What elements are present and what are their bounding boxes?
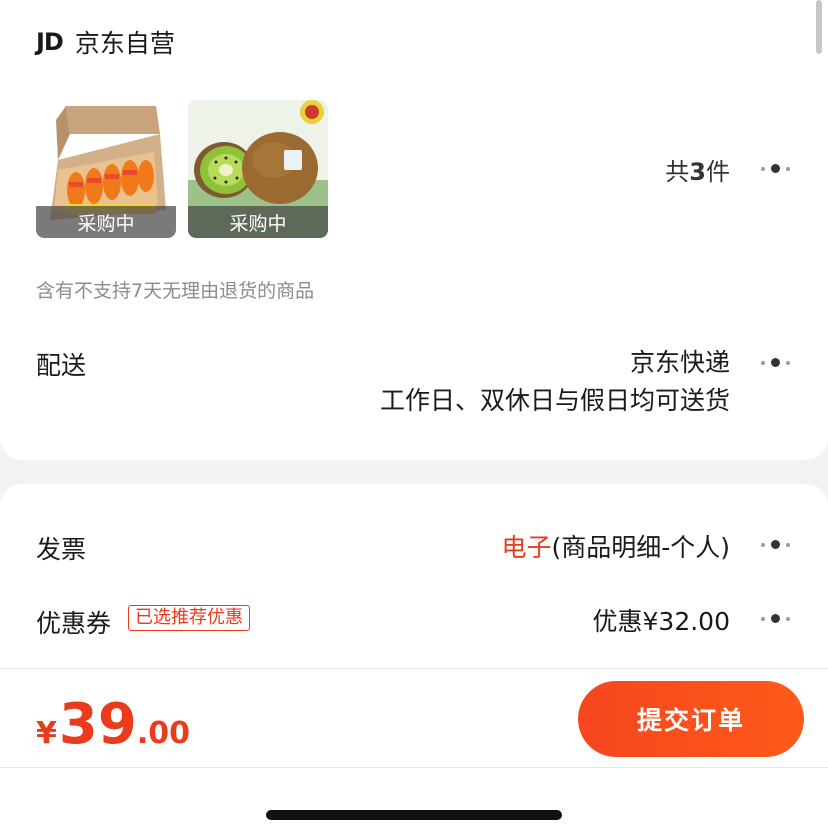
order-store-card: JD 京东自营 采购中 采购中 共3件 含有不支持7天无理由退货的商品 配送 京… xyxy=(0,0,828,460)
invoice-label: 发票 xyxy=(36,535,87,564)
more-icon[interactable] xyxy=(761,540,790,549)
price-decimal: .00 xyxy=(136,716,190,751)
item-count[interactable]: 共3件 xyxy=(665,152,730,187)
store-header: JD 京东自营 xyxy=(36,26,175,58)
coupon-recommended-tag: 已选推荐优惠 xyxy=(128,605,250,631)
coupon-value[interactable]: 优惠¥32.00 xyxy=(593,602,730,638)
invoice-type: 电子 xyxy=(501,533,552,562)
home-indicator[interactable] xyxy=(266,810,562,820)
price-integer: 39 xyxy=(58,692,137,757)
item-count-prefix: 共 xyxy=(665,158,690,186)
submit-order-button[interactable]: 提交订单 xyxy=(578,681,804,757)
total-price: ¥ 39 .00 xyxy=(36,697,190,753)
checkout-bar: ¥ 39 .00 提交订单 xyxy=(0,668,828,768)
product-thumbnail[interactable]: 采购中 xyxy=(188,100,328,238)
return-policy-notice: 含有不支持7天无理由退货的商品 xyxy=(36,280,315,302)
delivery-info[interactable]: 京东快递 工作日、双休日与假日均可送货 xyxy=(380,344,730,420)
store-name: 京东自营 xyxy=(74,29,175,58)
more-icon[interactable] xyxy=(761,164,790,173)
invoice-coupon-card xyxy=(0,484,828,684)
product-thumbnail[interactable]: 采购中 xyxy=(36,100,176,238)
purchasing-badge: 采购中 xyxy=(188,206,328,238)
scrollbar-thumb[interactable] xyxy=(816,0,822,54)
coupon-label: 优惠券 xyxy=(36,609,112,638)
invoice-info[interactable]: 电子(商品明细-个人) xyxy=(501,528,730,564)
item-count-number: 3 xyxy=(689,158,706,186)
delivery-label: 配送 xyxy=(36,351,87,380)
delivery-schedule: 工作日、双休日与假日均可送货 xyxy=(379,386,730,415)
bottom-safe-area xyxy=(0,768,828,836)
delivery-method: 京东快递 xyxy=(629,348,730,377)
jd-logo: JD xyxy=(36,28,64,56)
more-icon[interactable] xyxy=(761,614,790,623)
more-icon[interactable] xyxy=(761,358,790,367)
invoice-detail: (商品明细-个人) xyxy=(551,533,730,562)
item-count-suffix: 件 xyxy=(706,158,730,186)
currency-symbol: ¥ xyxy=(36,716,57,751)
purchasing-badge: 采购中 xyxy=(36,206,176,238)
